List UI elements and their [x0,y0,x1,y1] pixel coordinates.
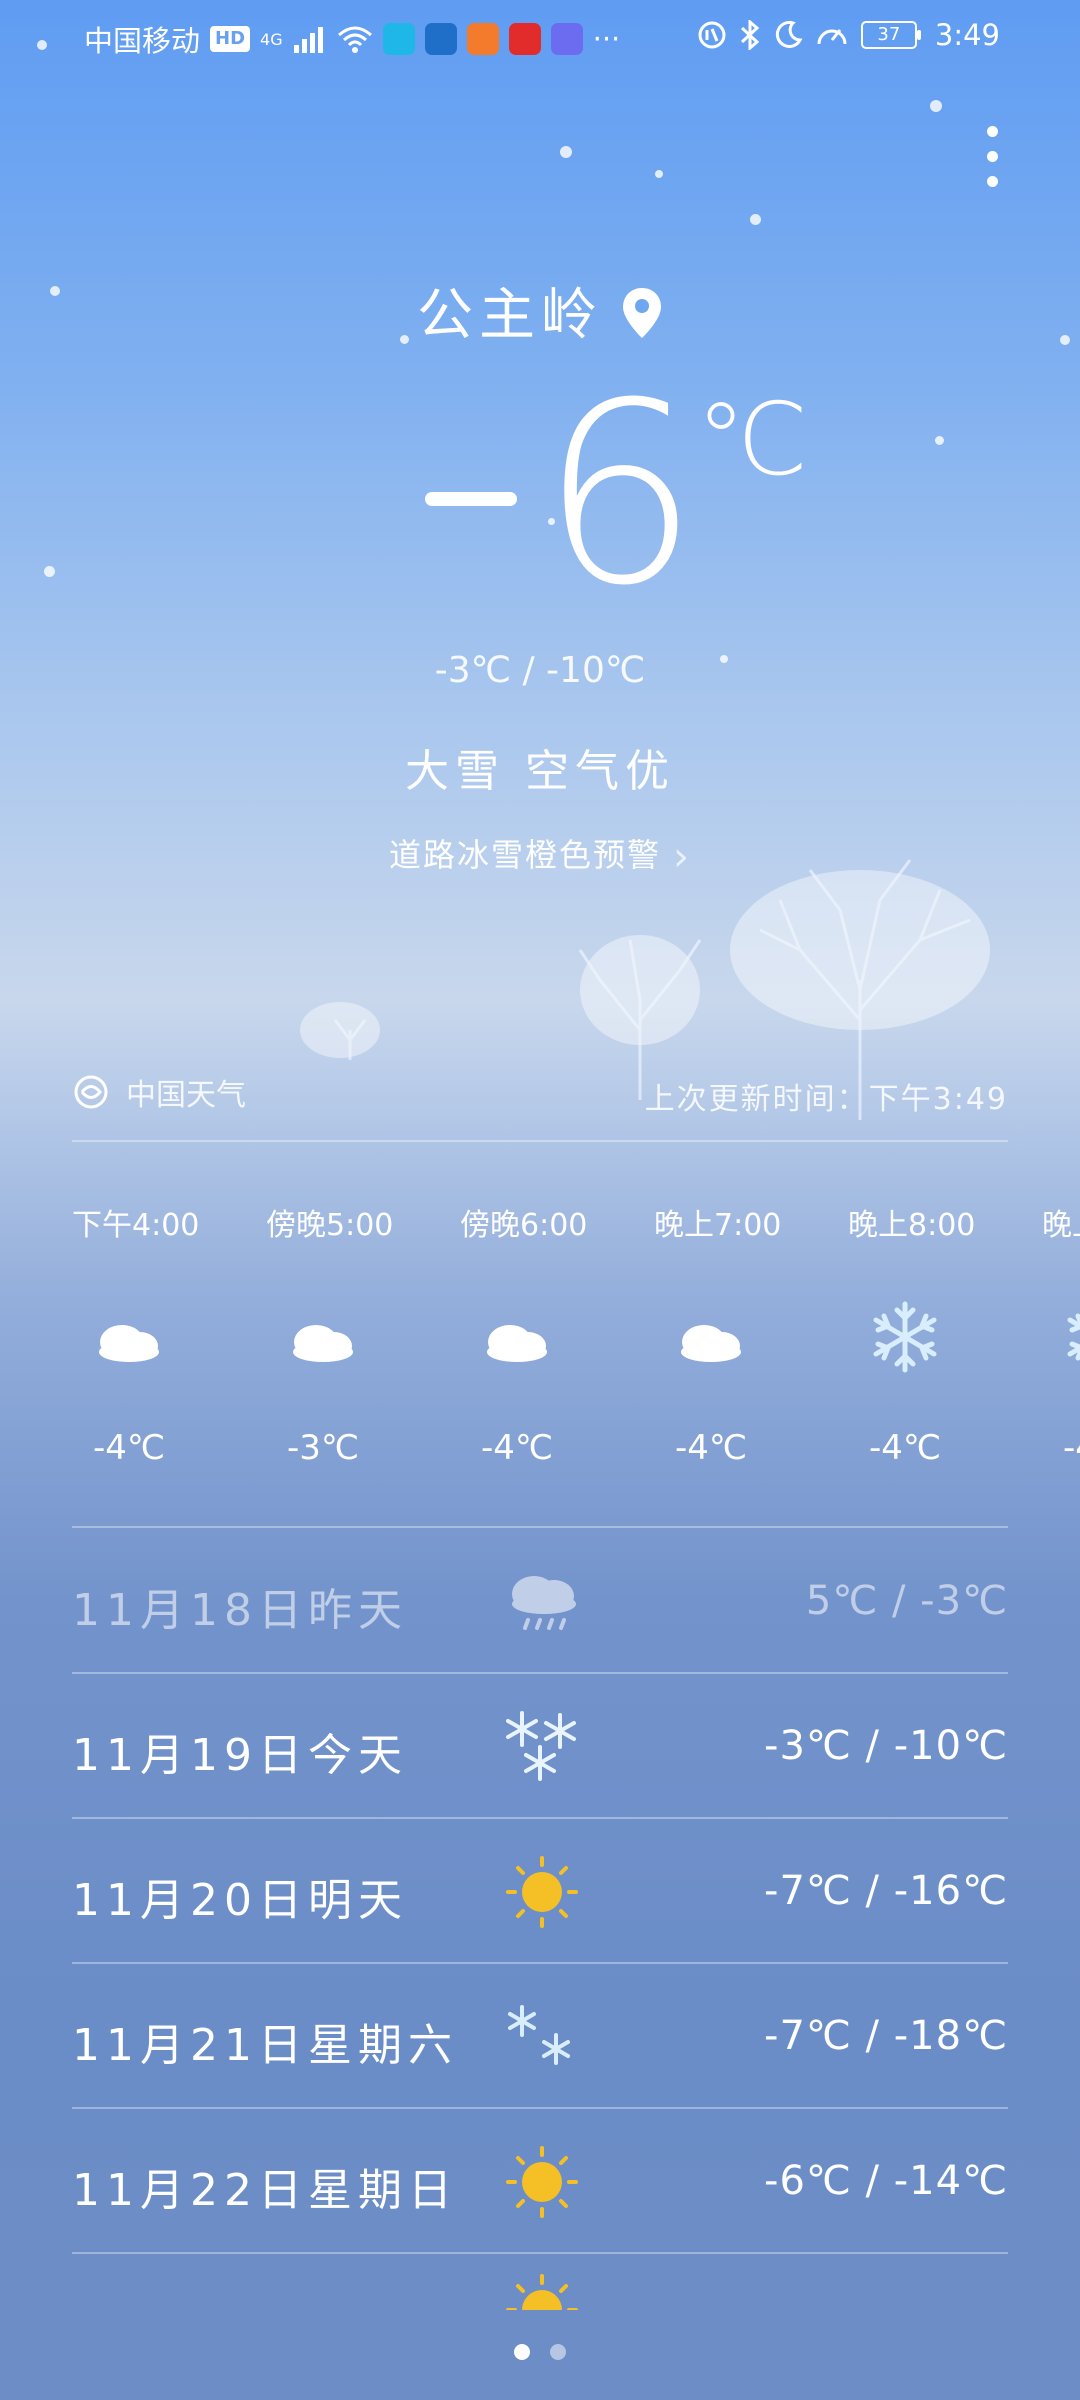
day-date: 11月22日星期日 [72,2165,458,2216]
more-menu-button[interactable] [982,126,1002,188]
day-temperature-range: -7℃ / -18℃ [764,2013,1008,2059]
hour-time: 傍晚5:00 [266,1208,394,1243]
sun-icon [500,2270,584,2310]
temperature-unit: ℃ [696,381,809,498]
hourly-item: 晚上9:00 -4℃ [1042,1190,1080,1490]
day-temperature-range: -3℃ / -10℃ [764,1723,1008,1769]
hourly-item: 下午4:00 -4℃ [72,1190,266,1490]
daily-row[interactable]: 11月21日星期六 -7℃ / -18℃ [72,1963,1008,2107]
day-date: 11月21日星期六 [72,2020,458,2071]
carrier-name: 中国移动 [84,24,201,58]
sun-icon [500,2142,584,2222]
music-app-icon [550,23,583,55]
hour-time: 下午4:00 [72,1208,200,1243]
video-app-icon [466,23,499,55]
speed-icon [817,29,847,45]
hour-temperature: -4℃ [868,1428,942,1468]
hourly-item: 傍晚6:00 -4℃ [460,1190,654,1490]
cloud-icon [286,1300,360,1374]
bulb-app-icon [382,23,415,55]
day-temperature-range: -6℃ / -14℃ [764,2158,1008,2204]
snowflake-icon [868,1300,942,1374]
hourly-forecast[interactable]: 下午4:00 -4℃ 傍晚5:00 -3℃ 傍晚6:00 -4℃ 晚上7:00 -4℃ 晚上8:… [72,1190,1080,1490]
daily-row[interactable]: 11月18日昨天 5℃ / -3℃ [72,1528,1008,1672]
hour-time: 晚上7:00 [654,1208,782,1243]
temperature-value: 6 [540,349,700,640]
hour-time: 傍晚6:00 [460,1208,588,1243]
city-name: 公主岭 [417,283,603,348]
hour-temperature: -4℃ [674,1428,748,1468]
snowflake-icon [1062,1300,1080,1374]
location-pin-icon [623,288,661,338]
sun-icon [500,1852,584,1932]
today-range: -3℃ / -10℃ [434,650,646,691]
cloud-icon [92,1300,166,1374]
hourly-item: 傍晚5:00 -3℃ [266,1190,460,1490]
network-type: 4G [260,29,283,49]
hour-temperature: -3℃ [286,1428,360,1468]
last-updated: 上次更新时间：下午3:49 [644,1082,1008,1117]
hd-badge: HD [210,26,251,52]
page-dot[interactable] [550,2344,566,2360]
heavy-snow-icon [500,1707,584,1787]
hour-temperature: -4℃ [92,1428,166,1468]
day-date: 11月19日今天 [72,1730,408,1781]
shield-app-icon [424,23,457,55]
divider [72,2252,1008,2254]
light-snow-icon [500,1997,584,2077]
more-notifications-icon: ··· [592,22,621,56]
day-date: 11月20日明天 [72,1875,408,1926]
moon-icon [775,20,803,48]
divider [72,1140,1008,1142]
daily-row[interactable]: 11月20日明天 -7℃ / -16℃ [72,1818,1008,1962]
battery-indicator: 37 [860,21,921,49]
hour-temperature: -4℃ [1062,1428,1080,1468]
clock: 3:49 [934,18,1000,52]
hour-time: 晚上8:00 [848,1208,976,1243]
daily-row[interactable]: 11月22日星期日 -6℃ / -14℃ [72,2108,1008,2252]
day-date: 11月18日昨天 [72,1585,408,1636]
minus-sign [425,492,517,506]
hourly-item: 晚上8:00 -4℃ [848,1190,1042,1490]
condition-text: 大雪 空气优 [405,746,675,797]
hour-time: 晚上9:00 [1042,1208,1080,1243]
wifi-icon [337,26,372,53]
nfc-icon [698,21,726,49]
cloud-icon [674,1300,748,1374]
play-app-icon [508,23,541,55]
day-temperature-range: -7℃ / -16℃ [764,1868,1008,1914]
page-dot-active[interactable] [514,2344,530,2360]
hour-temperature: -4℃ [480,1428,554,1468]
day-temperature-range: 5℃ / -3℃ [805,1578,1008,1624]
status-bar: 中国移动 HD 4G ··· 37 3:49 [0,0,1080,70]
cloud-icon [480,1300,554,1374]
cloud-rain-icon [500,1562,584,1642]
provider-name: 中国天气 [126,1078,246,1113]
page-indicator[interactable] [0,2344,1080,2364]
data-source-row: 中国天气 上次更新时间：下午3:49 [72,1070,1008,1120]
bluetooth-icon [740,20,760,50]
china-weather-logo-icon [74,1075,108,1109]
daily-row[interactable]: 11月19日今天 -3℃ / -10℃ [72,1673,1008,1817]
hourly-item: 晚上7:00 -4℃ [654,1190,848,1490]
signal-icon [293,27,323,53]
city-header[interactable]: 公主岭 [0,270,1080,351]
